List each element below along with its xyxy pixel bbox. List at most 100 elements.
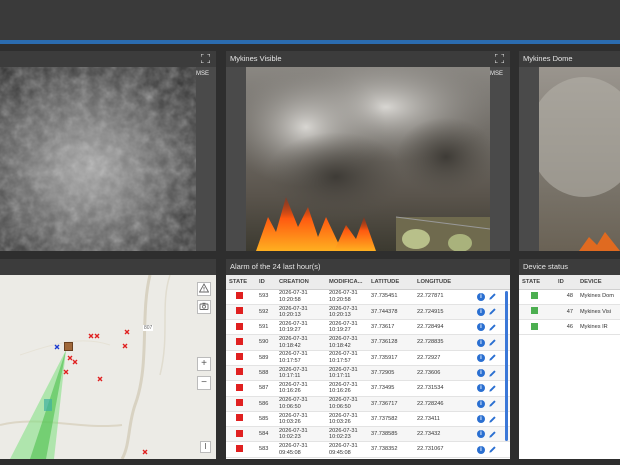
- alarm-latitude: 37.73617: [368, 319, 414, 336]
- edit-icon[interactable]: [488, 415, 497, 424]
- alarm-row[interactable]: 593 2026-07-31 10:20:58 2026-07-31 10:20:5…: [226, 289, 510, 305]
- device-row[interactable]: 46 Mykines IR: [519, 319, 620, 336]
- info-icon[interactable]: i: [477, 323, 485, 332]
- ir-camera-panel: MSE: [0, 51, 216, 251]
- ir-camera-title: [0, 51, 216, 67]
- col-creation[interactable]: CREATION: [276, 275, 326, 290]
- alarm-row[interactable]: 589 2026-07-31 10:17:57 2026-07-31 10:17:5…: [226, 350, 510, 366]
- alarm-id: 585: [256, 411, 276, 428]
- visible-video-image: [246, 67, 490, 251]
- alarm-state-cell: [226, 396, 256, 412]
- device-table: STATE ID DEVICE 48 Mykines Dom 47 Mykines V…: [519, 275, 620, 336]
- alarm-id: 588: [256, 365, 276, 382]
- alarm-creation: 2026-07-31 10:17:11: [276, 365, 326, 382]
- edit-icon[interactable]: [488, 353, 497, 362]
- alarm-actions: i: [474, 441, 510, 458]
- alert-button[interactable]: [197, 282, 211, 296]
- col-device-state[interactable]: STATE: [519, 275, 555, 290]
- alarm-id: 590: [256, 334, 276, 351]
- alarm-id: 591: [256, 319, 276, 336]
- edit-icon[interactable]: [488, 430, 497, 439]
- fire-marker-group: [63, 329, 148, 455]
- alarm-state-cell: [226, 426, 256, 443]
- alarm-row[interactable]: 590 2026-07-31 10:18:42 2026-07-31 10:18:4…: [226, 334, 510, 351]
- device-state-indicator: [531, 307, 538, 315]
- edit-icon[interactable]: [488, 445, 497, 454]
- map-view[interactable]: 807 + − I: [0, 275, 216, 459]
- col-id[interactable]: ID: [256, 275, 276, 290]
- zoom-in-button[interactable]: +: [197, 357, 211, 371]
- alarm-row[interactable]: 585 2026-07-31 10:03:26 2026-07-31 10:03:2…: [226, 411, 510, 428]
- alarm-id: 583: [256, 441, 276, 458]
- edit-icon[interactable]: [488, 369, 497, 378]
- map-title: [0, 259, 216, 275]
- device-table-header: STATE ID DEVICE: [519, 275, 620, 290]
- alarm-creation: 2026-07-31 10:03:26: [276, 411, 326, 428]
- camera-icon: [199, 302, 209, 310]
- alarm-longitude: 22.731067: [414, 441, 474, 458]
- alarm-longitude: 22.73432: [414, 426, 474, 443]
- alarm-latitude: 37.736128: [368, 334, 414, 351]
- edit-icon[interactable]: [488, 292, 497, 301]
- alarm-row[interactable]: 588 2026-07-31 10:17:11 2026-07-31 10:17:1…: [226, 365, 510, 382]
- info-icon[interactable]: i: [477, 445, 485, 454]
- edit-icon[interactable]: [488, 323, 497, 332]
- alarm-table-header: STATE ID CREATION MODIFICA... LATITUDE L…: [226, 275, 510, 290]
- info-icon[interactable]: i: [477, 384, 485, 393]
- alarm-table-container: STATE ID CREATION MODIFICA... LATITUDE L…: [226, 275, 510, 459]
- col-state[interactable]: STATE: [226, 275, 256, 290]
- edit-icon[interactable]: [488, 338, 497, 347]
- alarm-state-cell: [226, 319, 256, 336]
- alarm-modified: 2026-07-31 09:45:08: [326, 441, 368, 458]
- alarm-state-indicator: [236, 414, 243, 422]
- edit-icon[interactable]: [488, 307, 497, 316]
- info-icon[interactable]: i: [477, 338, 485, 347]
- alarm-creation: 2026-07-31 10:19:27: [276, 319, 326, 336]
- alarm-scrollbar[interactable]: [505, 291, 508, 441]
- info-icon[interactable]: i: [477, 415, 485, 424]
- alarm-state-indicator: [236, 368, 243, 376]
- col-device-name[interactable]: DEVICE: [577, 275, 620, 290]
- fullscreen-icon[interactable]: [201, 54, 210, 63]
- edit-icon[interactable]: [488, 399, 497, 408]
- alarm-row[interactable]: 591 2026-07-31 10:19:27 2026-07-31 10:19:2…: [226, 319, 510, 336]
- alarm-row[interactable]: 583 2026-07-31 09:45:08 2026-07-31 09:45:0…: [226, 441, 510, 458]
- ir-video-feed[interactable]: [0, 67, 196, 251]
- col-longitude[interactable]: LONGITUDE: [414, 275, 474, 290]
- info-icon[interactable]: i: [477, 307, 485, 316]
- col-device-id[interactable]: ID: [555, 275, 577, 290]
- map-bottom-button[interactable]: I: [200, 441, 211, 453]
- visible-video-feed[interactable]: [246, 67, 490, 251]
- device-panel: Device status STATE ID DEVICE 48 Mykines …: [519, 259, 620, 459]
- zoom-out-button[interactable]: −: [197, 376, 211, 390]
- alarm-state-indicator: [236, 399, 243, 407]
- alarm-row[interactable]: 587 2026-07-31 10:16:26 2026-07-31 10:16:2…: [226, 380, 510, 397]
- col-latitude[interactable]: LATITUDE: [368, 275, 414, 290]
- edit-icon[interactable]: [488, 384, 497, 393]
- fullscreen-icon[interactable]: [495, 54, 504, 63]
- info-icon[interactable]: i: [477, 292, 485, 301]
- alarm-table: STATE ID CREATION MODIFICA... LATITUDE L…: [226, 275, 510, 458]
- alarm-row[interactable]: 592 2026-07-31 10:20:13 2026-07-31 10:20:1…: [226, 304, 510, 321]
- info-icon[interactable]: i: [477, 353, 485, 362]
- alarm-creation: 2026-07-31 10:18:42: [276, 334, 326, 351]
- alarm-modified: 2026-07-31 10:17:11: [326, 365, 368, 382]
- camera-button[interactable]: [197, 300, 211, 314]
- alarm-row[interactable]: 584 2026-07-31 10:02:23 2026-07-31 10:02:2…: [226, 426, 510, 443]
- device-id: 47: [555, 304, 577, 321]
- alarm-state-cell: [226, 380, 256, 397]
- info-icon[interactable]: i: [477, 399, 485, 408]
- dome-video-image: [539, 77, 620, 251]
- info-icon[interactable]: i: [477, 430, 485, 439]
- alarm-creation: 2026-07-31 10:16:26: [276, 380, 326, 397]
- alarm-longitude: 22.727871: [414, 289, 474, 305]
- col-modified[interactable]: MODIFICA...: [326, 275, 368, 290]
- device-row[interactable]: 47 Mykines Visi: [519, 304, 620, 321]
- alarm-row[interactable]: 586 2026-07-31 10:06:50 2026-07-31 10:06:5…: [226, 396, 510, 412]
- alarm-latitude: 37.735917: [368, 350, 414, 366]
- device-row[interactable]: 48 Mykines Dom: [519, 289, 620, 305]
- visible-camera-panel: Mykines Visible MSE: [226, 51, 510, 251]
- info-icon[interactable]: i: [477, 369, 485, 378]
- device-state-indicator: [531, 322, 538, 330]
- dome-video-feed[interactable]: [539, 67, 620, 251]
